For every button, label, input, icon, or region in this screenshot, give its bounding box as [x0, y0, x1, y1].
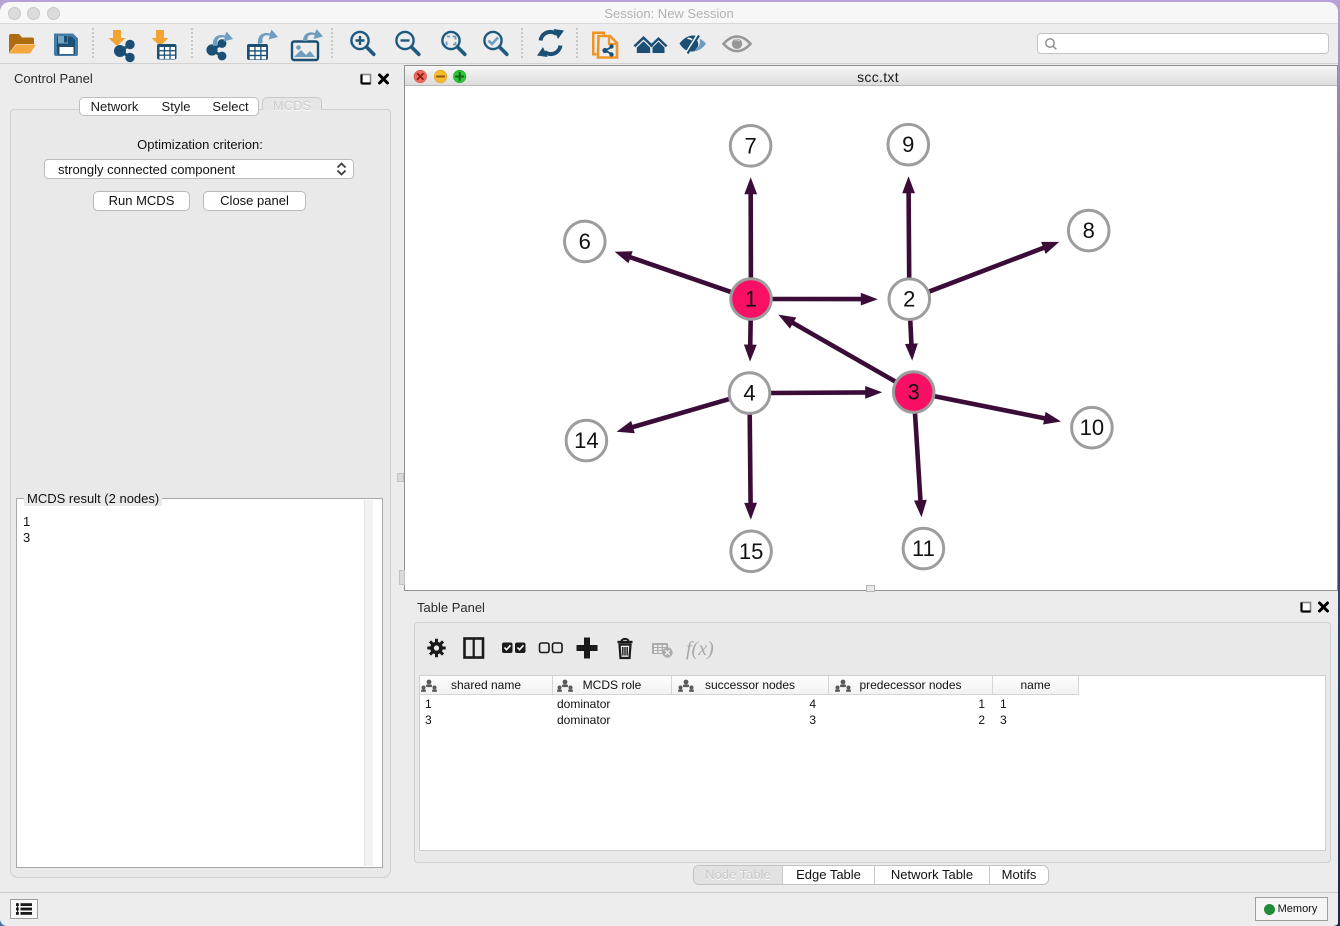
svg-text:10: 10: [1080, 415, 1104, 440]
svg-text:4: 4: [743, 381, 755, 406]
svg-text:15: 15: [739, 539, 763, 564]
svg-text:8: 8: [1083, 218, 1095, 243]
svg-text:3: 3: [908, 380, 920, 405]
svg-text:7: 7: [744, 133, 756, 158]
svg-text:1: 1: [745, 287, 757, 312]
svg-text:f(x): f(x): [686, 638, 714, 660]
svg-text:9: 9: [902, 132, 914, 157]
svg-text:11: 11: [912, 536, 935, 561]
svg-text:6: 6: [579, 229, 591, 254]
svg-text:14: 14: [574, 428, 598, 453]
svg-text:2: 2: [903, 287, 915, 312]
